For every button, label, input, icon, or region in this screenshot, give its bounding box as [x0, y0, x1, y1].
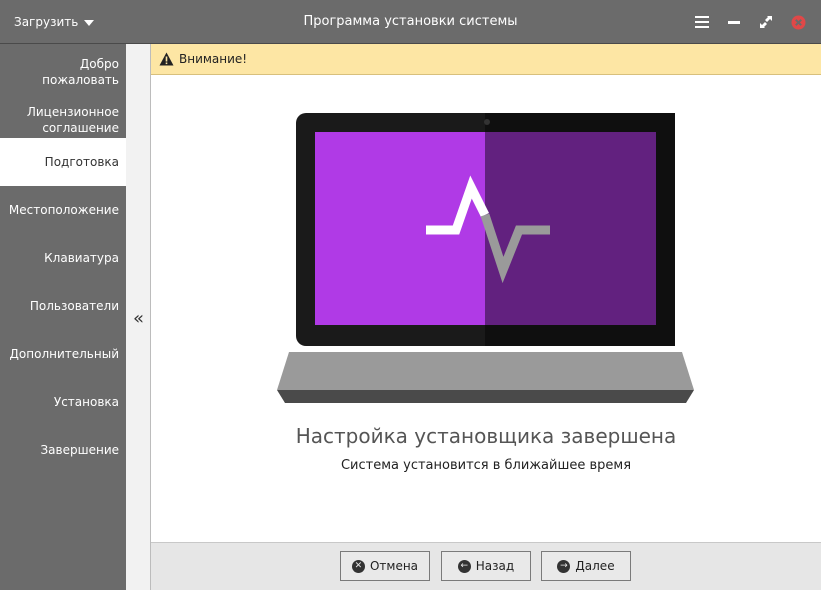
warning-banner: Внимание! — [151, 44, 821, 75]
title-bar: Загрузить Программа установки системы — [0, 0, 821, 44]
sidebar-step-license[interactable]: Лицензионное соглашение — [0, 96, 126, 144]
laptop-base-edge — [277, 390, 694, 403]
load-menu-button[interactable]: Загрузить — [14, 0, 95, 44]
menu-icon[interactable] — [693, 13, 711, 31]
next-button[interactable]: → Далее — [541, 551, 631, 581]
completion-subheading: Система установится в ближайшее время — [340, 458, 632, 473]
warning-icon — [159, 52, 174, 66]
sidebar-step-label: Дополнительный — [9, 347, 119, 361]
main-content: Настройка установщика завершена Система … — [151, 75, 821, 542]
load-menu-label: Загрузить — [14, 15, 79, 29]
sidebar-step-finish[interactable]: Завершение — [0, 426, 126, 474]
collapse-sidebar-button[interactable]: « — [126, 306, 151, 330]
back-label: Назад — [475, 559, 515, 573]
sidebar-step-install[interactable]: Установка — [0, 378, 126, 426]
sidebar-step-label: Клавиатура — [44, 251, 119, 265]
sidebar-step-location[interactable]: Местоположение — [0, 186, 126, 234]
sidebar-step-label: Лицензионное соглашение — [26, 105, 119, 135]
caret-down-icon — [84, 20, 95, 26]
sidebar-collapse-strip: « — [126, 44, 151, 590]
back-button[interactable]: ← Назад — [441, 551, 531, 581]
button-bar: ✕ Отмена ← Назад → Далее — [151, 542, 821, 590]
sidebar-step-label: Пользователи — [29, 299, 119, 313]
sidebar-step-advanced[interactable]: Дополнительный — [0, 330, 126, 378]
sidebar-step-label: Добро пожаловать — [42, 57, 119, 87]
sidebar-step-label: Подготовка — [44, 155, 119, 169]
double-chevron-left-icon: « — [132, 307, 144, 329]
window-controls — [693, 0, 807, 44]
warning-text: Внимание! — [179, 52, 248, 66]
laptop-screen-right — [485, 132, 656, 325]
close-icon[interactable] — [789, 13, 807, 31]
maximize-icon[interactable] — [757, 13, 775, 31]
sidebar-step-users[interactable]: Пользователи — [0, 282, 126, 330]
sidebar-step-welcome[interactable]: Добро пожаловать — [0, 48, 126, 96]
sidebar-step-keyboard[interactable]: Клавиатура — [0, 234, 126, 282]
minimize-icon[interactable] — [725, 13, 743, 31]
sidebar-step-preparation[interactable]: Подготовка — [0, 138, 126, 186]
laptop-base — [277, 352, 694, 390]
next-label: Далее — [575, 559, 615, 573]
sidebar-step-label: Завершение — [40, 443, 119, 457]
sidebar-step-label: Установка — [53, 395, 119, 409]
laptop-illustration — [277, 113, 694, 403]
completion-heading: Настройка установщика завершена — [295, 424, 677, 448]
cancel-label: Отмена — [369, 559, 419, 573]
steps-sidebar: Добро пожаловать Лицензионное соглашение… — [0, 44, 126, 590]
arrow-right-icon: → — [557, 559, 571, 573]
arrow-left-icon: ← — [457, 559, 471, 573]
sidebar-step-label: Местоположение — [8, 203, 119, 217]
webcam — [484, 119, 490, 125]
cancel-icon: ✕ — [351, 559, 365, 573]
cancel-button[interactable]: ✕ Отмена — [340, 551, 430, 581]
